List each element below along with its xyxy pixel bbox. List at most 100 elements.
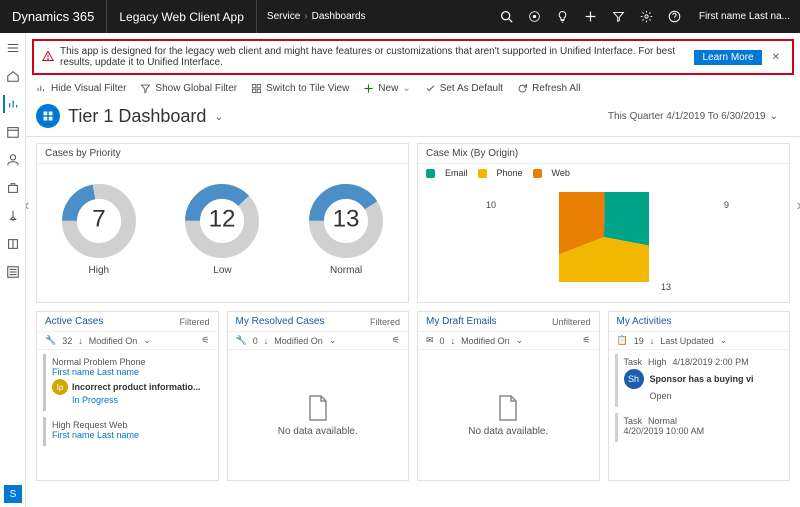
chevron-down-icon[interactable]: ⌄ (720, 335, 728, 346)
sort-field[interactable]: Last Updated (660, 336, 714, 346)
no-data-text: No data available. (278, 426, 358, 437)
arrow-down-icon[interactable]: ↓ (451, 336, 456, 346)
breadcrumb-page: Dashboards (312, 11, 366, 22)
stream-options-icon[interactable]: ⚟ (392, 335, 400, 346)
activity-priority: Normal (648, 416, 677, 426)
sandbox-badge[interactable]: S (4, 485, 22, 503)
kb-icon[interactable] (4, 235, 22, 253)
donut-normal[interactable]: 13 Normal (307, 182, 385, 276)
item-tags: Normal Problem Phone (52, 357, 206, 367)
clipboard-icon: 📋 (617, 335, 628, 346)
lightbulb-icon[interactable] (549, 0, 577, 33)
dashboard-title-bar: Tier 1 Dashboard ⌄ This Quarter 4/1/2019… (26, 100, 800, 137)
show-global-filter-button[interactable]: Show Global Filter (140, 83, 237, 94)
stream-options-icon[interactable]: ⚟ (582, 335, 590, 346)
pie-value-web: 10 (486, 200, 496, 210)
arrow-down-icon[interactable]: ↓ (78, 336, 83, 346)
refresh-button[interactable]: Refresh All (517, 83, 580, 94)
warning-icon (42, 50, 54, 65)
activity-icon[interactable] (4, 123, 22, 141)
app-name[interactable]: Legacy Web Client App (107, 0, 257, 33)
list-item[interactable]: Task Normal 4/20/2019 10:00 AM (615, 413, 784, 442)
scroll-left-button[interactable]: ‹ (26, 197, 29, 215)
sort-field[interactable]: Modified On (89, 336, 138, 346)
no-data-text: No data available. (468, 426, 548, 437)
chevron-down-icon[interactable]: ⌄ (143, 335, 151, 346)
card-title: Cases by Priority (37, 144, 408, 164)
search-icon[interactable] (493, 0, 521, 33)
stream-title[interactable]: Active Cases (45, 316, 103, 327)
list-item[interactable]: High Request Web First name Last name (43, 417, 212, 446)
pin-icon[interactable] (4, 207, 22, 225)
hide-visual-filter-button[interactable]: Hide Visual Filter (36, 83, 126, 94)
stream-title[interactable]: My Activities (617, 316, 672, 327)
dashboard-icon[interactable] (3, 95, 21, 113)
stream-options-icon[interactable]: ⚟ (201, 335, 209, 346)
switch-tile-view-button[interactable]: Switch to Tile View (251, 83, 349, 94)
assistant-icon[interactable] (521, 0, 549, 33)
stream-title[interactable]: My Draft Emails (426, 316, 497, 327)
draft-emails-stream: My Draft EmailsUnfiltered ✉ 0 ↓ Modified… (417, 311, 600, 481)
avatar: Ip (52, 379, 68, 395)
mail-icon: ✉ (426, 335, 434, 346)
svg-text:13: 13 (333, 206, 360, 233)
filter-state: Unfiltered (552, 317, 591, 327)
count: 19 (634, 336, 644, 346)
list-item[interactable]: Normal Problem Phone First name Last nam… (43, 354, 212, 411)
wrench-icon: 🔧 (236, 335, 247, 346)
date-range-selector[interactable]: This Quarter 4/1/2019 To 6/30/2019 ⌄ (608, 111, 778, 122)
left-nav-rail (0, 33, 26, 507)
arrow-down-icon[interactable]: ↓ (264, 336, 269, 346)
cmd-label: New (378, 83, 398, 94)
chevron-down-icon[interactable]: ⌄ (329, 335, 337, 346)
list-icon[interactable] (4, 263, 22, 281)
arrow-down-icon[interactable]: ↓ (650, 336, 655, 346)
cases-by-priority-card: Cases by Priority 7 High 12 Low 13 Norma (36, 143, 409, 303)
list-item[interactable]: Task High 4/18/2019 2:00 PM Sh Sponsor h… (615, 354, 784, 407)
global-top-bar: Dynamics 365 Legacy Web Client App Servi… (0, 0, 800, 33)
date-range-text: This Quarter 4/1/2019 To 6/30/2019 (608, 111, 766, 122)
sort-field[interactable]: Modified On (274, 336, 323, 346)
cmd-label: Hide Visual Filter (51, 83, 126, 94)
legend-label: Phone (497, 168, 523, 178)
set-default-button[interactable]: Set As Default (425, 83, 503, 94)
swatch-web (533, 169, 542, 178)
filter-icon[interactable] (605, 0, 633, 33)
activity-date: 4/18/2019 2:00 PM (673, 357, 749, 367)
pie-chart[interactable]: 9 13 10 (418, 182, 789, 292)
svg-text:7: 7 (92, 206, 105, 233)
chevron-down-icon[interactable]: ⌄ (214, 110, 223, 123)
donut-low[interactable]: 12 Low (183, 182, 261, 276)
user-name[interactable]: First name Last na... (689, 0, 800, 33)
close-icon[interactable]: ✕ (768, 52, 784, 63)
chevron-down-icon: ⌄ (402, 83, 410, 94)
document-icon (496, 394, 520, 422)
help-icon[interactable] (661, 0, 689, 33)
item-status: In Progress (72, 395, 206, 405)
cmd-label: Set As Default (440, 83, 503, 94)
svg-text:12: 12 (209, 206, 236, 233)
donut-label: Low (183, 265, 261, 276)
item-owner: First name Last name (52, 430, 206, 440)
case-icon[interactable] (4, 179, 22, 197)
activity-type: Task (624, 416, 643, 426)
learn-more-button[interactable]: Learn More (694, 50, 761, 65)
legacy-warning-banner: This app is designed for the legacy web … (32, 39, 794, 75)
wrench-icon: 🔧 (45, 335, 56, 346)
main-area: This app is designed for the legacy web … (26, 33, 800, 507)
plus-icon[interactable] (577, 0, 605, 33)
donut-high[interactable]: 7 High (60, 182, 138, 276)
sort-field[interactable]: Modified On (461, 336, 510, 346)
stream-title[interactable]: My Resolved Cases (236, 316, 325, 327)
brand-label[interactable]: Dynamics 365 (0, 0, 107, 33)
gear-icon[interactable] (633, 0, 661, 33)
chevron-down-icon[interactable]: ⌄ (516, 335, 524, 346)
menu-icon[interactable] (4, 39, 22, 57)
count: 32 (62, 336, 72, 346)
breadcrumb[interactable]: Service › Dashboards (257, 0, 376, 33)
dashboard-title[interactable]: Tier 1 Dashboard (68, 106, 206, 127)
pie-value-phone: 13 (661, 282, 671, 292)
new-button[interactable]: New ⌄ (363, 83, 410, 94)
contact-icon[interactable] (4, 151, 22, 169)
home-icon[interactable] (4, 67, 22, 85)
